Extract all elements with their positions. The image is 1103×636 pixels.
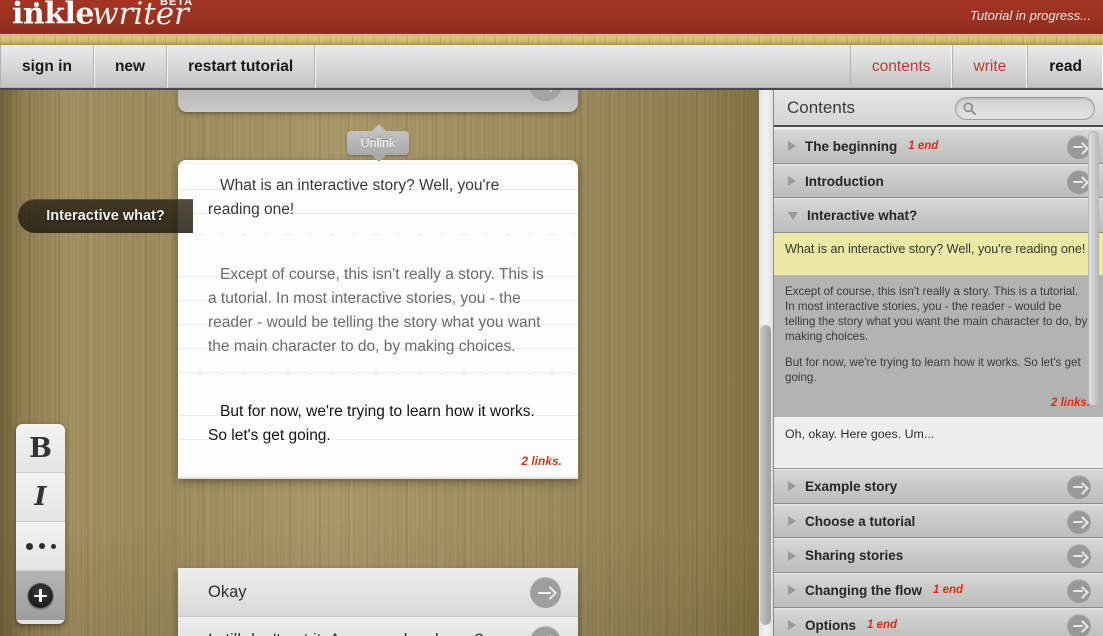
toc-detail-body[interactable]: Except of course, this isn't really a st… — [774, 276, 1103, 418]
contents-panel-title: Contents — [787, 97, 856, 117]
story-scrollbar-thumb[interactable] — [760, 325, 771, 625]
toc-item-label: The beginning — [805, 138, 898, 154]
italic-icon: I — [34, 482, 47, 512]
toc-item-label: Introduction — [805, 173, 884, 189]
search-icon — [963, 102, 976, 115]
story-option-okay[interactable]: Okay — [178, 568, 578, 616]
toc-detail-body-para-2: But for now, we're trying to learn how i… — [785, 356, 1081, 385]
arrow-right-icon[interactable] — [1067, 613, 1091, 636]
more-options-button[interactable] — [16, 522, 65, 571]
inklewriter-logo[interactable]: inklewriter BETA — [12, 0, 192, 34]
story-paragraph-1[interactable]: What is an interactive story? Well, you'… — [178, 160, 578, 234]
chevron-right-icon — [788, 176, 796, 187]
story-option-label: I still don't get it. An example, please… — [178, 631, 484, 636]
chevron-down-icon — [788, 211, 798, 220]
links-count-note: 2 links. — [178, 454, 578, 476]
app-header: inklewriter BETA Tutorial in progress... — [0, 0, 1103, 34]
story-option-label: Okay — [208, 582, 247, 601]
arrow-right-icon[interactable] — [1067, 475, 1091, 500]
nav-restart-tutorial[interactable]: restart tutorial — [167, 45, 316, 88]
toc-item-label: Interactive what? — [807, 208, 918, 224]
chevron-right-icon — [788, 620, 796, 631]
contents-search-input[interactable] — [980, 101, 1080, 116]
arrow-right-icon[interactable] — [1067, 509, 1091, 534]
plus-circle-icon — [28, 583, 53, 608]
chevron-right-icon — [788, 516, 796, 527]
toc-detail-body-para-1: Except of course, this isn't really a st… — [785, 285, 1088, 344]
arrow-right-icon[interactable] — [1067, 579, 1091, 604]
bold-icon: B — [29, 432, 52, 464]
main-navbar: sign in new restart tutorial contents wr… — [0, 45, 1103, 90]
format-toolbar: B I — [16, 424, 65, 624]
bold-button[interactable]: B — [16, 424, 65, 473]
arrow-right-icon — [530, 577, 561, 608]
contents-search-box[interactable] — [955, 97, 1095, 120]
logo-ink-text: inkle — [12, 0, 94, 32]
story-paragraph-3[interactable]: But for now, we're trying to learn how i… — [178, 386, 578, 454]
logo-beta-badge: BETA — [160, 0, 194, 8]
chevron-right-icon — [788, 141, 796, 152]
contents-scrollbar-thumb[interactable] — [1088, 131, 1099, 406]
story-paper-card: What is an interactive story? Well, you'… — [178, 160, 578, 479]
italic-button[interactable]: I — [16, 473, 65, 522]
paragraph-divider-1 — [178, 234, 578, 247]
toc-detail-highlight[interactable]: What is an interactive story? Well, you'… — [774, 233, 1103, 277]
toc-item-the-beginning[interactable]: The beginning 1 end — [774, 129, 1103, 164]
toc-item-sharing-stories[interactable]: Sharing stories — [774, 538, 1103, 574]
story-section-tab[interactable]: Interactive what? — [18, 199, 193, 233]
toc-item-badge: 1 end — [933, 584, 964, 597]
nav-new[interactable]: new — [94, 45, 168, 88]
contents-panel-header: Contents — [774, 90, 1103, 127]
contents-panel: Contents The beginning 1 end Introductio… — [773, 90, 1103, 636]
toc-detail-links-note: 2 links. — [1051, 397, 1090, 410]
toc-item-label: Choose a tutorial — [805, 513, 916, 529]
arrow-right-icon — [530, 626, 561, 636]
toc-item-interactive-what[interactable]: Interactive what? — [774, 198, 1103, 234]
toc-detail-next-line[interactable]: Oh, okay. Here goes. Um... — [774, 417, 1103, 470]
story-option-example[interactable]: I still don't get it. An example, please… — [178, 616, 578, 636]
toc-item-choose-a-tutorial[interactable]: Choose a tutorial — [774, 503, 1103, 539]
toc-item-label: Example story — [805, 478, 898, 494]
nav-contents[interactable]: contents — [849, 45, 952, 88]
logo-dot — [34, 2, 39, 7]
navbar-right-group: contents write read — [849, 45, 1103, 88]
story-paragraph-2[interactable]: Except of course, this isn't really a st… — [178, 247, 578, 373]
paragraph-divider-2 — [178, 373, 578, 386]
paper-bottom-edge — [178, 476, 578, 479]
toc-item-badge: 1 end — [867, 619, 898, 632]
story-options-list: Okay I still don't get it. An example, p… — [178, 568, 578, 636]
story-editor-column: What's an interactive story? Unlink What… — [178, 80, 578, 636]
toc-item-label: Sharing stories — [805, 548, 904, 564]
toc-item-example-story[interactable]: Example story — [774, 469, 1103, 504]
navbar-left-group: sign in new restart tutorial — [0, 45, 316, 88]
tutorial-status-text: Tutorial in progress... — [969, 8, 1091, 23]
nav-read[interactable]: read — [1027, 45, 1103, 88]
toc-item-changing-the-flow[interactable]: Changing the flow 1 end — [774, 573, 1103, 608]
toc-item-label: Changing the flow — [805, 582, 922, 598]
ellipsis-icon — [25, 542, 56, 550]
gold-divider-strip — [0, 34, 1103, 45]
toc-item-introduction[interactable]: Introduction — [774, 163, 1103, 199]
toc-item-badge: 1 end — [908, 140, 939, 153]
add-paragraph-button[interactable] — [16, 571, 65, 620]
toc-item-options[interactable]: Options 1 end — [774, 607, 1103, 636]
toc-item-label: Options — [805, 617, 856, 633]
chevron-right-icon — [788, 585, 796, 596]
chevron-right-icon — [788, 481, 796, 492]
nav-write[interactable]: write — [951, 45, 1028, 88]
nav-sign-in[interactable]: sign in — [0, 45, 94, 88]
contents-scroll-area: The beginning 1 end Introduction Interac… — [774, 129, 1103, 636]
chevron-right-icon — [788, 550, 796, 561]
unlink-button[interactable]: Unlink — [347, 124, 409, 162]
arrow-right-icon[interactable] — [1067, 544, 1091, 569]
